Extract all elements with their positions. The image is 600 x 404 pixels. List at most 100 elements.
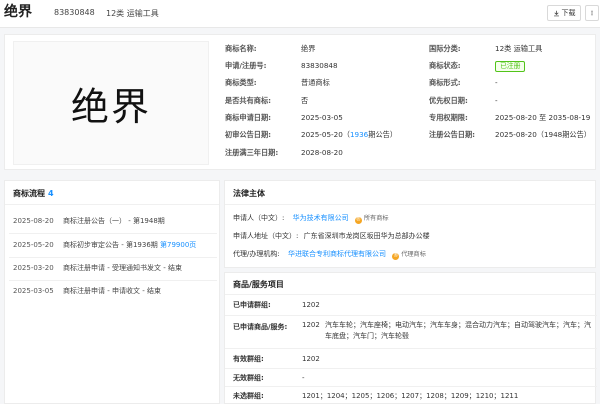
- info-label: 国际分类:: [429, 44, 461, 53]
- info-value: 2025-08-20 至 2035-08-19: [495, 113, 591, 122]
- flow-page-link[interactable]: 第79900页: [160, 241, 196, 249]
- trademark-image: 绝界: [13, 41, 209, 165]
- more-button[interactable]: [585, 5, 599, 21]
- info-value: 2025-08-20（1948期公告）: [495, 130, 591, 139]
- info-prelim-date: 初审公告日期: 2025-05-20（1936期公告）: [225, 130, 415, 140]
- info-value: -: [495, 96, 498, 105]
- info-label: 注册公告日期:: [429, 130, 475, 139]
- info-name: 商标名称: 绝界: [225, 44, 415, 54]
- info-value: 2028-08-20: [301, 148, 343, 157]
- goods-row: 已申请商品/服务: 1202 汽车车轮；汽车座椅；电动汽车；汽车车身；混合动力汽…: [225, 316, 597, 349]
- flow-desc: 商标注册公告（一） - 第1948期: [63, 217, 165, 225]
- info-label: 申请/注册号:: [225, 61, 267, 70]
- flow-item: 2025-08-20 商标注册公告（一） - 第1948期: [13, 211, 217, 231]
- info-value: -: [495, 78, 498, 87]
- goods-label: 已申请商品/服务:: [233, 323, 288, 331]
- info-apply-date: 商标申请日期: 2025-03-05: [225, 113, 415, 123]
- registration-number: 83830848: [54, 8, 95, 17]
- goods-row: 未选群组: 1201；1204；1205；1206；1207；1208；1209…: [225, 387, 597, 404]
- tag-icon: ®: [354, 217, 362, 224]
- info-value: 绝界: [301, 44, 316, 53]
- info-value: 否: [301, 96, 309, 105]
- goods-value: -: [302, 374, 305, 382]
- flow-desc: 商标初步审定公告 - 第1936期 第79900页: [63, 241, 197, 249]
- info-value: 2025-05-20（1936期公告）: [301, 130, 398, 139]
- more-icon: [591, 10, 593, 16]
- info-value: 普通商标: [301, 78, 330, 87]
- info-label: 商标申请日期:: [225, 113, 271, 122]
- info-label: 专用权期限:: [429, 113, 468, 122]
- info-label: 商标名称:: [225, 44, 257, 53]
- flow-desc: 商标注册申请 - 申请收文 - 结束: [63, 287, 161, 295]
- party-title: 法律主体: [233, 189, 265, 198]
- info-term: 专用权期限: 2025-08-20 至 2035-08-19: [429, 113, 595, 123]
- info-label: 优先权日期:: [429, 96, 468, 105]
- trademark-logo-text: 绝界: [70, 84, 151, 129]
- info-status: 商标状态: 已注册: [429, 61, 589, 72]
- prelim-issue-link[interactable]: 1936: [350, 130, 368, 139]
- goods-services-card: 商品/服务项目 已申请群组: 1202 已申请商品/服务: 1202 汽车车轮；…: [224, 272, 597, 404]
- tag-icon: ®: [392, 253, 400, 260]
- goods-value: 1202: [302, 355, 320, 363]
- info-value: 12类 运输工具: [495, 44, 543, 53]
- flow-count: 4: [48, 189, 54, 198]
- divider: [9, 233, 217, 234]
- applicant-label: 申请人（中文）:: [233, 214, 285, 222]
- info-three-year-date: 注册满三年日期: 2028-08-20: [225, 148, 415, 158]
- goods-code: 1202: [302, 321, 320, 329]
- all-trademarks-tag[interactable]: ® 所有商标: [354, 213, 389, 225]
- goods-row: 无效群组: -: [225, 369, 597, 387]
- flow-desc: 商标注册申请 - 受理通知书发文 - 结束: [63, 264, 182, 272]
- download-button[interactable]: 下载: [547, 5, 581, 21]
- flow-date: 2025-03-20: [13, 264, 54, 272]
- applicant-row: 申请人（中文）: 华为技术有限公司 ® 所有商标: [233, 212, 389, 225]
- info-reg-no: 申请/注册号: 83830848: [225, 61, 415, 71]
- flow-item: 2025-03-05 商标注册申请 - 申请收文 - 结束: [13, 281, 217, 301]
- info-priority: 优先权日期: -: [429, 96, 589, 106]
- info-label: 是否共有商标:: [225, 96, 271, 105]
- goods-row: 已申请群组: 1202: [225, 295, 597, 316]
- flow-date: 2025-08-20: [13, 217, 54, 225]
- info-label: 商标状态:: [429, 61, 461, 70]
- class-text: 12类 运输工具: [106, 9, 159, 18]
- trademark-flow-card: 商标流程 4 2025-08-20 商标注册公告（一） - 第1948期 2025…: [4, 180, 220, 404]
- info-label: 商标形式:: [429, 78, 461, 87]
- info-class: 国际分类: 12类 运输工具: [429, 44, 589, 54]
- flow-title: 商标流程 4: [13, 189, 54, 198]
- agent-trademarks-tag[interactable]: ® 代理商标: [392, 249, 426, 261]
- status-badge: 已注册: [495, 61, 526, 72]
- download-icon: [553, 10, 559, 16]
- info-type: 商标类型: 普通商标: [225, 78, 415, 88]
- applicant-link[interactable]: 华为技术有限公司: [293, 214, 349, 222]
- flow-item: 2025-05-20 商标初步审定公告 - 第1936期 第79900页: [13, 235, 217, 255]
- top-bar: 绝界 83830848 12类 运输工具 下载: [0, 0, 600, 28]
- info-shared: 是否共有商标: 否: [225, 96, 415, 106]
- goods-label: 已申请群组:: [233, 301, 271, 309]
- flow-date: 2025-05-20: [13, 241, 54, 249]
- goods-label: 未选群组:: [233, 392, 264, 400]
- info-reg-date: 注册公告日期: 2025-08-20（1948期公告）: [429, 130, 595, 140]
- flow-date: 2025-03-05: [13, 287, 54, 295]
- agent-link[interactable]: 华进联合专利商标代理有限公司: [288, 250, 386, 258]
- info-label: 商标类型:: [225, 78, 257, 87]
- address-label: 申请人地址（中文）:: [233, 232, 299, 240]
- goods-items: 汽车车轮；汽车座椅；电动汽车；汽车车身；混合动力汽车；自动驾驶汽车；汽车；汽车底…: [325, 321, 591, 340]
- goods-title: 商品/服务项目: [233, 280, 284, 289]
- agent-label: 代理/办理机构:: [233, 250, 280, 258]
- agent-row: 代理/办理机构: 华进联合专利商标代理有限公司 ® 代理商标: [233, 248, 426, 261]
- legal-entity-card: 法律主体 申请人（中文）: 华为技术有限公司 ® 所有商标 申请人地址（中文）: …: [224, 180, 596, 268]
- address-value: 广东省深圳市龙岗区坂田华为总部办公楼: [303, 232, 430, 240]
- goods-label: 无效群组:: [233, 374, 264, 382]
- goods-row: 有效群组: 1202: [225, 349, 597, 369]
- info-form: 商标形式: -: [429, 78, 589, 88]
- info-label: 初审公告日期:: [225, 130, 271, 139]
- goods-value: 1201；1204；1205；1206；1207；1208；1209；1210；…: [302, 392, 519, 400]
- flow-item: 2025-03-20 商标注册申请 - 受理通知书发文 - 结束: [13, 258, 217, 278]
- address-row: 申请人地址（中文）: 广东省深圳市龙岗区坂田华为总部办公楼: [233, 230, 430, 242]
- goods-value: 1202: [302, 301, 320, 309]
- trademark-info-card: 绝界 商标名称: 绝界 申请/注册号: 83830848 商标类型: 普通商标 …: [4, 34, 596, 170]
- info-value: 2025-03-05: [301, 113, 343, 122]
- info-value: 83830848: [301, 61, 338, 70]
- goods-label: 有效群组:: [233, 355, 264, 363]
- download-label: 下载: [561, 9, 576, 17]
